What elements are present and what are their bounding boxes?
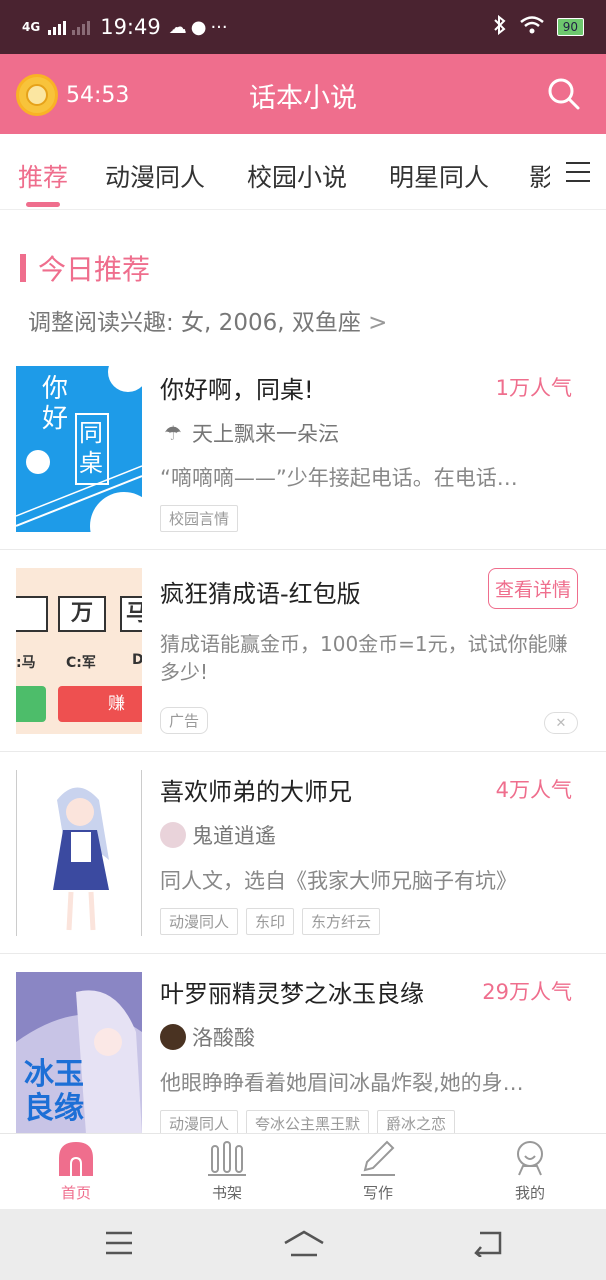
nav-profile[interactable]: 我的 — [480, 1140, 580, 1203]
book-cover: 冰玉良缘 — [16, 972, 142, 1134]
app-header: 54:53 话本小说 — [0, 54, 606, 134]
tag[interactable]: 东方纤云 — [302, 908, 381, 935]
system-navigation-bar — [0, 1209, 606, 1280]
section-header: 今日推荐 — [20, 248, 150, 288]
bottom-navigation: 首页 书架 写作 我的 — [0, 1133, 606, 1209]
category-tabs: 推荐 动漫同人 校园小说 明星同人 影视 — [0, 134, 606, 210]
home-icon — [59, 1142, 93, 1176]
wifi-icon — [519, 15, 545, 39]
pen-icon — [361, 1140, 395, 1176]
ad-cover-char: 马 — [120, 596, 142, 632]
tag-list: 动漫同人 东印 东方纤云 — [160, 908, 381, 935]
tab-anime-fanfic[interactable]: 动漫同人 — [105, 158, 205, 194]
cover-title: 冰玉良缘 — [24, 1057, 84, 1126]
weather-icon: ☁ — [168, 16, 187, 38]
section-title: 今日推荐 — [38, 253, 151, 286]
ad-cover-option: C:军 — [66, 655, 96, 671]
tag[interactable]: 校园言情 — [160, 505, 239, 532]
book-title: 你好啊，同桌! — [160, 376, 314, 404]
app-title: 话本小说 — [249, 83, 357, 114]
network-type: 4G — [22, 19, 41, 34]
nav-home[interactable]: 首页 — [26, 1140, 126, 1203]
status-bar: 4G 19:49 ☁ ● ··· 90 — [0, 0, 606, 54]
menu-icon[interactable] — [550, 134, 606, 209]
book-card[interactable]: 你好 同桌 你好啊，同桌! 1万人气 ☂ 天上飘来一朵沄 “嘀嘀嘀——”少年接起… — [0, 348, 606, 550]
recent-apps-icon[interactable] — [104, 1229, 134, 1261]
ad-cover-char: 万 — [58, 596, 106, 632]
clock: 19:49 — [100, 15, 161, 39]
book-cover: 你好 同桌 — [16, 366, 142, 532]
author-avatar — [160, 822, 186, 848]
nav-write[interactable]: 写作 — [328, 1140, 428, 1203]
back-icon[interactable] — [472, 1229, 504, 1261]
bluetooth-icon — [493, 14, 507, 39]
nav-bookshelf[interactable]: 书架 — [177, 1140, 277, 1203]
reading-interest-link[interactable]: 调整阅读兴趣: 女, 2006, 双鱼座 > — [28, 303, 387, 337]
ad-description: 猜成语能赢金币，100金币=1元，试试你能赚多少! — [160, 632, 568, 684]
search-icon[interactable] — [546, 76, 582, 116]
view-details-button[interactable]: 查看详情 — [487, 568, 578, 609]
ad-cover-option: :马 — [16, 655, 36, 671]
book-description: “嘀嘀嘀——”少年接起电话。在电话… — [160, 466, 518, 490]
chevron-right-icon: > — [368, 310, 388, 336]
section-marker — [20, 254, 26, 282]
book-title: 喜欢师弟的大师兄 — [160, 778, 352, 806]
book-description: 他眼睁睁看着她眉间冰晶炸裂,她的身… — [160, 1071, 524, 1095]
author-name: 天上飘来一朵沄 — [192, 422, 339, 446]
close-ad-icon[interactable]: ✕ — [544, 712, 578, 734]
author[interactable]: 洛酸酸 — [160, 1022, 255, 1052]
popularity: 1万人气 — [495, 376, 572, 400]
battery-indicator: 90 — [556, 18, 584, 36]
author-avatar: ☂ — [160, 420, 186, 446]
book-description: 同人文，选自《我家大师兄脑子有坑》 — [160, 869, 517, 893]
author[interactable]: ☂ 天上飘来一朵沄 — [160, 418, 339, 448]
book-cover — [16, 770, 142, 936]
active-tab-indicator — [26, 202, 60, 207]
profile-icon — [517, 1141, 543, 1176]
home-button-icon[interactable] — [283, 1229, 325, 1263]
ad-title: 疯狂猜成语-红包版 — [160, 580, 361, 608]
author-name: 鬼道逍遙 — [192, 824, 276, 848]
author-name: 洛酸酸 — [192, 1026, 255, 1050]
wechat-icon: ● — [190, 16, 207, 38]
ad-cover-option: D — [132, 652, 142, 668]
tag[interactable]: 动漫同人 — [160, 908, 239, 935]
book-card[interactable]: 冰玉良缘 叶罗丽精灵梦之冰玉良缘 29万人气 洛酸酸 他眼睁睁看着她眉间冰晶炸裂… — [0, 954, 606, 1137]
bookshelf-icon — [208, 1141, 246, 1176]
nav-profile-label: 我的 — [514, 1184, 545, 1202]
tab-campus-novel[interactable]: 校园小说 — [247, 158, 347, 194]
nav-home-label: 首页 — [60, 1184, 91, 1202]
popularity: 29万人气 — [482, 980, 572, 1004]
nav-write-label: 写作 — [362, 1184, 393, 1202]
tag[interactable]: 东印 — [246, 908, 295, 935]
tab-celebrity-fanfic[interactable]: 明星同人 — [389, 158, 489, 194]
author-avatar — [160, 1024, 186, 1050]
tag-list: 校园言情 — [160, 505, 239, 532]
book-title: 叶罗丽精灵梦之冰玉良缘 — [160, 980, 424, 1008]
ad-cover: 万 马 :马 C:军 D 赚 — [16, 568, 142, 734]
interest-text: 调整阅读兴趣: 女, 2006, 双鱼座 — [28, 310, 369, 336]
book-card[interactable]: 喜欢师弟的大师兄 4万人气 鬼道逍遙 同人文，选自《我家大师兄脑子有坑》 动漫同… — [0, 752, 606, 954]
more-notifications-icon: ··· — [210, 16, 228, 38]
tab-recommend[interactable]: 推荐 — [18, 158, 68, 194]
author[interactable]: 鬼道逍遙 — [160, 820, 276, 850]
signal-icon — [48, 19, 91, 35]
nav-bookshelf-label: 书架 — [211, 1184, 242, 1202]
ad-label: 广告 — [160, 707, 209, 734]
ad-cover-button: 赚 — [58, 686, 142, 722]
cover-title-part1: 你好 — [42, 374, 69, 434]
cover-title-part2: 同桌 — [79, 419, 103, 477]
popularity: 4万人气 — [495, 778, 572, 802]
